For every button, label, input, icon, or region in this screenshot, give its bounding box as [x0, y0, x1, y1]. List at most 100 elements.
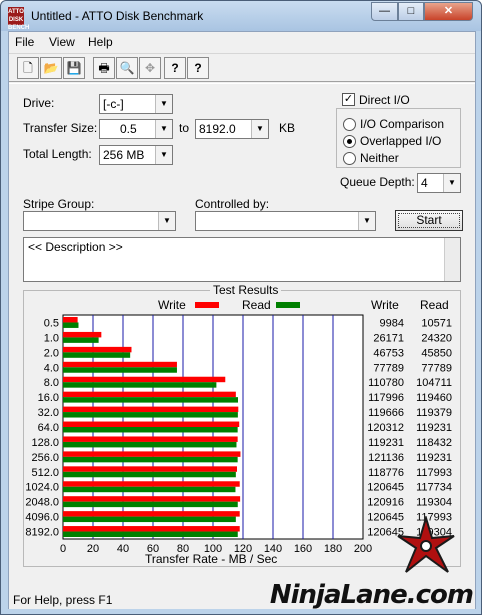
menu-help[interactable]: Help [88, 35, 113, 49]
menu-file[interactable]: File [15, 35, 34, 49]
direct-io-checkbox[interactable]: ✓ [342, 93, 355, 106]
toolbar: 🗋 📂 💾 🖶 🔍 ✥ ? ? [9, 53, 475, 82]
overlapped-io-radio[interactable] [343, 135, 356, 148]
write-bar [63, 391, 236, 398]
read-bar [63, 471, 236, 478]
category-label: 256.0 [31, 452, 59, 464]
category-label: 16.0 [38, 392, 59, 404]
chevron-down-icon: ▼ [155, 146, 172, 164]
description-text: << Description >> [28, 240, 123, 254]
description-field[interactable]: << Description >> [23, 237, 461, 282]
neither-label: Neither [360, 151, 399, 165]
minimize-button[interactable]: — [371, 2, 398, 21]
controlled-by-select[interactable]: ▼ [195, 211, 376, 231]
description-scrollbar[interactable] [444, 238, 460, 281]
overlapped-io-label: Overlapped I/O [360, 134, 442, 148]
x-tick-label: 0 [60, 543, 66, 555]
read-bar [63, 412, 238, 418]
transfer-to-select[interactable]: 8192.0 ▼ [195, 119, 269, 139]
category-label: 8.0 [44, 377, 59, 389]
legend-read-swatch [276, 302, 300, 308]
start-button[interactable]: Start [395, 210, 463, 231]
write-value-label: 119666 [368, 407, 404, 419]
category-label: 8192.0 [25, 527, 59, 539]
open-icon[interactable]: 📂 [40, 57, 62, 79]
legend-write-swatch [195, 302, 219, 308]
write-value-label: 120645 [367, 482, 404, 494]
category-label: 4.0 [44, 362, 59, 374]
category-label: 128.0 [31, 437, 59, 449]
queue-depth-select[interactable]: 4 ▼ [417, 173, 461, 193]
maximize-button[interactable]: □ [398, 2, 424, 21]
new-icon[interactable]: 🗋 [17, 57, 39, 79]
write-value-label: 119231 [368, 437, 404, 449]
stripe-group-select[interactable]: ▼ [23, 211, 176, 231]
write-bar [63, 466, 237, 472]
category-label: 2.0 [44, 347, 59, 359]
read-value-label: 117734 [416, 482, 452, 494]
category-label: 1024.0 [25, 482, 59, 494]
write-bar [63, 496, 241, 502]
category-label: 4096.0 [25, 512, 59, 524]
chevron-down-icon: ▼ [158, 212, 175, 230]
category-label: 64.0 [38, 422, 59, 434]
move-icon[interactable]: ✥ [139, 57, 161, 79]
write-value-label: 117996 [368, 392, 404, 404]
ninja-star-logo [397, 516, 455, 573]
x-tick-label: 20 [87, 543, 99, 555]
read-value-label: 77789 [421, 362, 452, 374]
app-window: ATTO DISK BENCH Untitled - ATTO Disk Ben… [0, 0, 482, 615]
queue-depth-label: Queue Depth: [340, 175, 415, 189]
app-icon: ATTO DISK BENCH [8, 7, 30, 31]
context-help-icon[interactable]: ? [187, 57, 209, 79]
write-bar [63, 317, 78, 323]
read-bar [63, 367, 177, 373]
read-value-label: 119231 [416, 422, 452, 434]
kb-label: KB [279, 121, 296, 135]
title-bar[interactable]: ATTO DISK BENCH Untitled - ATTO Disk Ben… [1, 1, 481, 31]
save-icon[interactable]: 💾 [63, 57, 85, 79]
direct-io-label: Direct I/O [359, 93, 410, 107]
x-axis-title: Transfer Rate - MB / Sec [145, 552, 277, 566]
io-comparison-radio[interactable] [343, 118, 356, 131]
write-bar [63, 421, 240, 427]
window-title: Untitled - ATTO Disk Benchmark [31, 9, 204, 23]
legend-read-label: Read [242, 298, 271, 312]
total-length-value: 256 MB [103, 148, 145, 162]
print-preview-icon[interactable]: 🔍 [116, 57, 138, 79]
chevron-down-icon: ▼ [155, 95, 172, 113]
read-value-label: 119460 [416, 392, 452, 404]
chevron-down-icon: ▼ [443, 174, 460, 192]
read-bar [63, 501, 238, 508]
read-bar [63, 456, 238, 463]
category-label: 512.0 [31, 467, 59, 479]
read-value-label: 119304 [416, 497, 452, 509]
legend-write-label: Write [158, 298, 186, 312]
read-bar [63, 516, 236, 523]
read-bar [63, 322, 79, 328]
category-label: 2048.0 [25, 497, 59, 509]
transfer-from-select[interactable]: 0.5 ▼ [99, 119, 173, 139]
to-label: to [179, 121, 190, 135]
write-bar [63, 331, 102, 338]
write-value-label: 118776 [368, 467, 404, 479]
write-bar [63, 406, 239, 413]
read-value-label: 104711 [416, 377, 452, 389]
help-icon[interactable]: ? [164, 57, 186, 79]
io-comparison-label: I/O Comparison [360, 117, 445, 131]
print-icon[interactable]: 🖶 [93, 57, 115, 79]
menu-view[interactable]: View [49, 35, 75, 49]
transfer-size-label: Transfer Size: [23, 121, 98, 135]
total-length-select[interactable]: 256 MB ▼ [99, 145, 173, 165]
drive-select[interactable]: [-c-] ▼ [99, 94, 173, 114]
category-label: 0.5 [44, 317, 59, 329]
write-value-label: 120916 [367, 497, 404, 509]
read-bar [63, 531, 238, 537]
write-value-label: 26171 [373, 332, 404, 344]
close-button[interactable]: ✕ [424, 2, 473, 21]
read-value-label: 24320 [421, 332, 452, 344]
write-bar [63, 481, 240, 487]
read-value-label: 118432 [416, 437, 452, 449]
drive-label: Drive: [23, 96, 55, 110]
neither-radio[interactable] [343, 152, 356, 165]
